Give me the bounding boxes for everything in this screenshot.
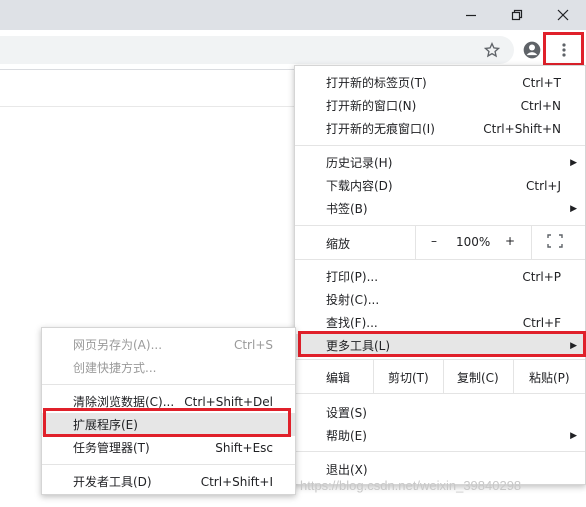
zoom-divider bbox=[415, 225, 416, 259]
menu-shortcut: Ctrl+Shift+I bbox=[200, 474, 273, 489]
menu-label: 退出(X) bbox=[326, 463, 368, 477]
menu-shortcut: Shift+Esc bbox=[215, 440, 273, 455]
menu-label: 历史记录(H) bbox=[326, 156, 393, 170]
menu-label: 网页另存为(A)... bbox=[73, 338, 163, 352]
menu-item-cast[interactable]: 投射(C)... bbox=[295, 288, 585, 311]
menu-label: 打开新的无痕窗口(I) bbox=[326, 122, 435, 136]
submenu-arrow-icon: ▶ bbox=[570, 203, 577, 214]
account-circle-icon bbox=[523, 41, 541, 59]
menu-label: 创建快捷方式... bbox=[73, 361, 157, 375]
menu-item-bookmarks[interactable]: 书签(B) ▶ bbox=[295, 197, 585, 220]
restore-icon bbox=[511, 9, 523, 21]
fullscreen-icon bbox=[547, 234, 563, 248]
chrome-main-menu: 打开新的标签页(T) Ctrl+T 打开新的窗口(N) Ctrl+N 打开新的无… bbox=[294, 65, 586, 485]
menu-label: 投射(C)... bbox=[326, 293, 380, 307]
watermark: https://blog.csdn.net/weixin_39840298 bbox=[300, 478, 522, 493]
copy-button[interactable]: 复制(C) bbox=[457, 369, 499, 386]
menu-label: 打开新的窗口(N) bbox=[326, 99, 417, 113]
submenu-item-save-page[interactable]: 网页另存为(A)... Ctrl+S bbox=[42, 333, 295, 356]
submenu-item-clear-data[interactable]: 清除浏览数据(C)... Ctrl+Shift+Del bbox=[42, 390, 295, 413]
minimize-button[interactable] bbox=[448, 0, 494, 30]
submenu-item-extensions[interactable]: 扩展程序(E) bbox=[42, 413, 295, 436]
address-bar[interactable] bbox=[0, 36, 514, 64]
chrome-menu-button[interactable] bbox=[552, 38, 576, 62]
menu-shortcut: Ctrl+Shift+Del bbox=[184, 394, 273, 409]
menu-item-settings[interactable]: 设置(S) bbox=[295, 401, 585, 424]
menu-shortcut: Ctrl+P bbox=[522, 269, 561, 284]
menu-shortcut: Ctrl+Shift+N bbox=[483, 121, 561, 136]
close-icon bbox=[557, 9, 569, 21]
paste-button[interactable]: 粘贴(P) bbox=[529, 369, 570, 386]
menu-label: 扩展程序(E) bbox=[73, 418, 138, 432]
menu-item-history[interactable]: 历史记录(H) ▶ bbox=[295, 151, 585, 174]
edit-divider bbox=[513, 359, 514, 393]
menu-shortcut: Ctrl+T bbox=[522, 75, 561, 90]
close-button[interactable] bbox=[540, 0, 586, 30]
menu-item-print[interactable]: 打印(P)... Ctrl+P bbox=[295, 265, 585, 288]
menu-shortcut: Ctrl+J bbox=[526, 178, 561, 193]
submenu-arrow-icon: ▶ bbox=[570, 157, 577, 168]
edit-divider bbox=[443, 359, 444, 393]
menu-label: 清除浏览数据(C)... bbox=[73, 395, 175, 409]
menu-separator bbox=[295, 393, 585, 394]
fullscreen-button[interactable] bbox=[547, 234, 563, 251]
menu-shortcut: Ctrl+F bbox=[522, 315, 561, 330]
menu-item-new-tab[interactable]: 打开新的标签页(T) Ctrl+T bbox=[295, 71, 585, 94]
menu-label: 任务管理器(T) bbox=[73, 441, 150, 455]
menu-separator bbox=[295, 225, 585, 226]
submenu-arrow-icon: ▶ bbox=[570, 340, 577, 351]
menu-label: 更多工具(L) bbox=[326, 339, 391, 353]
menu-item-downloads[interactable]: 下载内容(D) Ctrl+J bbox=[295, 174, 585, 197]
menu-label: 打印(P)... bbox=[326, 270, 379, 284]
cut-button[interactable]: 剪切(T) bbox=[388, 369, 429, 386]
edit-divider bbox=[373, 359, 374, 393]
menu-separator bbox=[42, 464, 295, 465]
menu-label: 打开新的标签页(T) bbox=[326, 76, 427, 90]
menu-item-incognito[interactable]: 打开新的无痕窗口(I) Ctrl+Shift+N bbox=[295, 117, 585, 140]
zoom-out-button[interactable]: – bbox=[431, 234, 437, 248]
menu-label: 开发者工具(D) bbox=[73, 475, 152, 489]
submenu-item-dev-tools[interactable]: 开发者工具(D) Ctrl+Shift+I bbox=[42, 470, 295, 493]
submenu-item-create-shortcut[interactable]: 创建快捷方式... bbox=[42, 356, 295, 379]
menu-label: 下载内容(D) bbox=[326, 179, 393, 193]
profile-button[interactable] bbox=[520, 38, 544, 62]
menu-item-new-window[interactable]: 打开新的窗口(N) Ctrl+N bbox=[295, 94, 585, 117]
bookmark-star-button[interactable] bbox=[480, 38, 504, 62]
page-content-divider bbox=[0, 106, 294, 107]
menu-separator bbox=[295, 259, 585, 260]
title-bar bbox=[0, 0, 586, 30]
menu-item-find[interactable]: 查找(F)... Ctrl+F bbox=[295, 311, 585, 334]
menu-separator bbox=[42, 384, 295, 385]
zoom-divider bbox=[531, 225, 532, 259]
submenu-item-task-manager[interactable]: 任务管理器(T) Shift+Esc bbox=[42, 436, 295, 459]
menu-label: 帮助(E) bbox=[326, 429, 367, 443]
menu-label: 设置(S) bbox=[326, 406, 367, 420]
edit-label: 编辑 bbox=[326, 371, 351, 385]
menu-label: 查找(F)... bbox=[326, 316, 378, 330]
minimize-icon bbox=[466, 14, 476, 17]
menu-item-help[interactable]: 帮助(E) ▶ bbox=[295, 424, 585, 447]
star-icon bbox=[484, 42, 500, 58]
menu-shortcut: Ctrl+N bbox=[520, 98, 561, 113]
zoom-label: 缩放 bbox=[326, 237, 351, 251]
restore-button[interactable] bbox=[494, 0, 540, 30]
menu-separator bbox=[295, 145, 585, 146]
vertical-dots-icon bbox=[562, 43, 566, 57]
menu-shortcut: Ctrl+S bbox=[233, 337, 273, 352]
zoom-level: 100% bbox=[456, 235, 491, 249]
menu-item-more-tools[interactable]: 更多工具(L) ▶ bbox=[295, 334, 585, 357]
submenu-arrow-icon: ▶ bbox=[570, 430, 577, 441]
zoom-in-button[interactable]: + bbox=[505, 234, 515, 248]
menu-separator bbox=[295, 451, 585, 452]
menu-separator bbox=[295, 359, 585, 360]
more-tools-submenu: 网页另存为(A)... Ctrl+S 创建快捷方式... 清除浏览数据(C)..… bbox=[41, 327, 296, 495]
menu-label: 书签(B) bbox=[326, 202, 368, 216]
